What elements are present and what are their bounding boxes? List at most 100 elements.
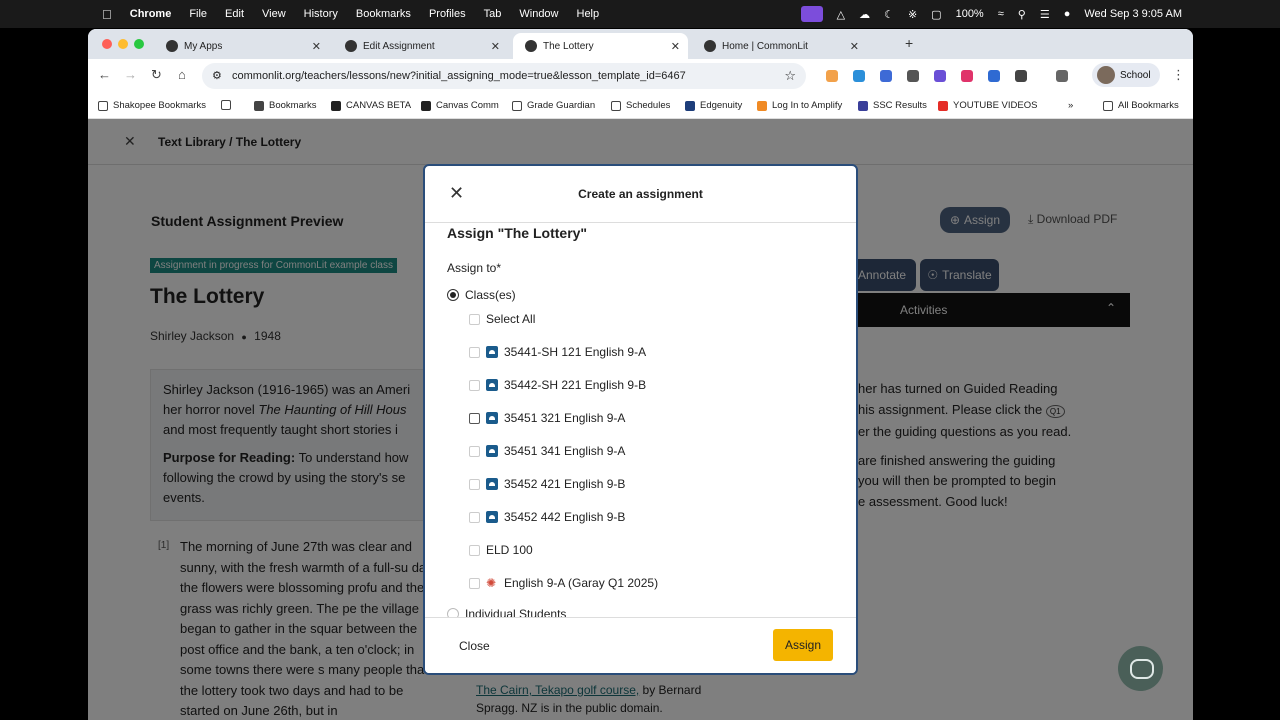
display-icon[interactable]: ▢ <box>931 8 941 21</box>
checkbox-class-3[interactable]: 35451 321 English 9-A <box>469 411 625 425</box>
profile-button[interactable]: School <box>1092 63 1160 87</box>
bookmark-schedules[interactable]: Schedules <box>611 100 670 111</box>
moon-icon[interactable]: ☾ <box>884 8 894 21</box>
menu-profiles[interactable]: Profiles <box>429 8 466 20</box>
spotlight-search-icon[interactable]: ⚲ <box>1018 8 1026 21</box>
more-bookmarks-chevron-icon[interactable]: » <box>1068 100 1073 111</box>
window-minimize-button[interactable] <box>118 39 128 49</box>
menu-tab[interactable]: Tab <box>484 8 502 20</box>
bookmark-shakopee[interactable]: Shakopee Bookmarks <box>98 100 206 111</box>
bookmark-youtube-videos[interactable]: YOUTUBE VIDEOS <box>938 100 1037 111</box>
siri-icon[interactable]: ● <box>1064 8 1071 20</box>
bookmark-all-bookmarks[interactable]: All Bookmarks <box>1103 100 1179 111</box>
close-button[interactable]: Close <box>459 639 490 653</box>
bookmark-ssc-results[interactable]: SSC Results <box>858 100 927 111</box>
google-classroom-icon <box>486 412 498 424</box>
close-icon[interactable]: ✕ <box>312 40 321 53</box>
checkbox-class-1[interactable]: 35441-SH 121 English 9-A <box>469 345 646 359</box>
menu-file[interactable]: File <box>189 8 207 20</box>
wifi-icon[interactable]: ≈ <box>998 8 1004 20</box>
menu-help[interactable]: Help <box>577 8 600 20</box>
tab-search-icon[interactable] <box>1056 70 1068 82</box>
cloud-icon[interactable]: ☁ <box>859 8 870 21</box>
tab-label: The Lottery <box>543 40 594 52</box>
tab-home-commonlit[interactable]: Home | CommonLit ✕ <box>692 33 867 59</box>
control-center-icon[interactable]: ☰ <box>1040 8 1050 21</box>
modal-body[interactable]: Assign "The Lottery" Assign to* Class(es… <box>425 223 856 617</box>
checkbox[interactable] <box>469 313 480 325</box>
extension-icon[interactable] <box>961 70 973 82</box>
battery-level[interactable]: 100% <box>956 8 984 20</box>
extension-icon[interactable] <box>988 70 1000 82</box>
chat-support-icon[interactable] <box>1118 646 1163 691</box>
menu-bookmarks[interactable]: Bookmarks <box>356 8 411 20</box>
tab-bar: My Apps ✕ Edit Assignment ✕ The Lottery … <box>88 29 1193 59</box>
assign-submit-button[interactable]: Assign <box>773 629 833 661</box>
reload-icon[interactable]: ↻ <box>151 67 162 83</box>
radio-unselected[interactable] <box>447 608 459 617</box>
menu-history[interactable]: History <box>304 8 338 20</box>
tab-my-apps[interactable]: My Apps ✕ <box>154 33 329 59</box>
new-tab-button[interactable]: + <box>905 35 913 51</box>
screen-record-icon[interactable] <box>800 6 823 22</box>
checkbox[interactable] <box>469 544 480 556</box>
apple-icon[interactable]:  <box>102 7 112 22</box>
bookmark-star-icon[interactable]: ☆ <box>784 68 796 84</box>
bookmark-bookmarks[interactable]: Bookmarks <box>254 100 317 111</box>
menu-edit[interactable]: Edit <box>225 8 244 20</box>
close-icon[interactable]: ✕ <box>491 40 500 53</box>
bookmark-label: Grade Guardian <box>527 100 596 111</box>
extension-icon[interactable] <box>907 70 919 82</box>
checkbox-class-6[interactable]: 35452 442 English 9-B <box>469 510 625 524</box>
bookmark-canvas-comm[interactable]: Canvas Comm <box>421 100 499 111</box>
window-zoom-button[interactable] <box>134 39 144 49</box>
kebab-menu-icon[interactable]: ⋮ <box>1172 67 1185 83</box>
home-icon[interactable]: ⌂ <box>178 67 186 82</box>
avatar <box>1097 66 1115 84</box>
checkbox[interactable] <box>469 577 480 589</box>
bookmark-amplify[interactable]: Log In to Amplify <box>757 100 842 111</box>
menu-window[interactable]: Window <box>519 8 558 20</box>
tab-the-lottery[interactable]: The Lottery ✕ <box>513 33 688 59</box>
clock[interactable]: Wed Sep 3 9:05 AM <box>1084 8 1182 20</box>
checkbox[interactable] <box>469 346 480 358</box>
modal-title: Create an assignment <box>578 187 703 201</box>
checkbox[interactable] <box>469 412 480 424</box>
back-arrow-icon[interactable]: ← <box>98 67 111 82</box>
tab-favicon-icon <box>345 40 357 52</box>
bookmark-canvas-beta[interactable]: CANVAS BETA <box>331 100 411 111</box>
address-bar[interactable]: ⚙ commonlit.org/teachers/lessons/new?ini… <box>202 63 806 89</box>
checkbox-select-all[interactable]: Select All <box>469 312 535 326</box>
menu-app[interactable]: Chrome <box>130 8 172 20</box>
extension-icon[interactable] <box>934 70 946 82</box>
forward-arrow-icon[interactable]: → <box>124 67 137 82</box>
extension-icon[interactable] <box>826 70 838 82</box>
window-close-button[interactable] <box>102 39 112 49</box>
extensions-puzzle-icon[interactable] <box>1015 70 1027 82</box>
checkbox-class-4[interactable]: 35451 341 English 9-A <box>469 444 625 458</box>
bookmark-edgenuity[interactable]: Edgenuity <box>685 100 742 111</box>
extension-icon[interactable] <box>880 70 892 82</box>
triangle-icon[interactable]: △ <box>837 8 845 21</box>
checkbox-class-5[interactable]: 35452 421 English 9-B <box>469 477 625 491</box>
close-icon[interactable]: ✕ <box>850 40 859 53</box>
site-settings-icon[interactable]: ⚙ <box>212 69 222 82</box>
checkbox[interactable] <box>469 511 480 523</box>
close-icon[interactable]: ✕ <box>671 40 680 53</box>
tab-edit-assignment[interactable]: Edit Assignment ✕ <box>333 33 508 59</box>
radio-individual-students[interactable]: Individual Students <box>447 607 566 617</box>
checkbox-class-8[interactable]: ✺ English 9-A (Garay Q1 2025) <box>469 576 658 590</box>
apps-grid-icon[interactable] <box>221 100 231 110</box>
extension-icon[interactable] <box>853 70 865 82</box>
bluetooth-icon[interactable]: ※ <box>908 8 917 21</box>
checkbox-class-7[interactable]: ELD 100 <box>469 543 533 557</box>
menu-view[interactable]: View <box>262 8 286 20</box>
radio-classes[interactable]: Class(es) <box>447 288 516 302</box>
radio-selected[interactable] <box>447 289 459 301</box>
checkbox[interactable] <box>469 445 480 457</box>
checkbox-class-2[interactable]: 35442-SH 221 English 9-B <box>469 378 646 392</box>
class-label: English 9-A (Garay Q1 2025) <box>504 576 659 590</box>
bookmark-grade-guardian[interactable]: Grade Guardian <box>512 100 595 111</box>
checkbox[interactable] <box>469 379 480 391</box>
checkbox[interactable] <box>469 478 480 490</box>
